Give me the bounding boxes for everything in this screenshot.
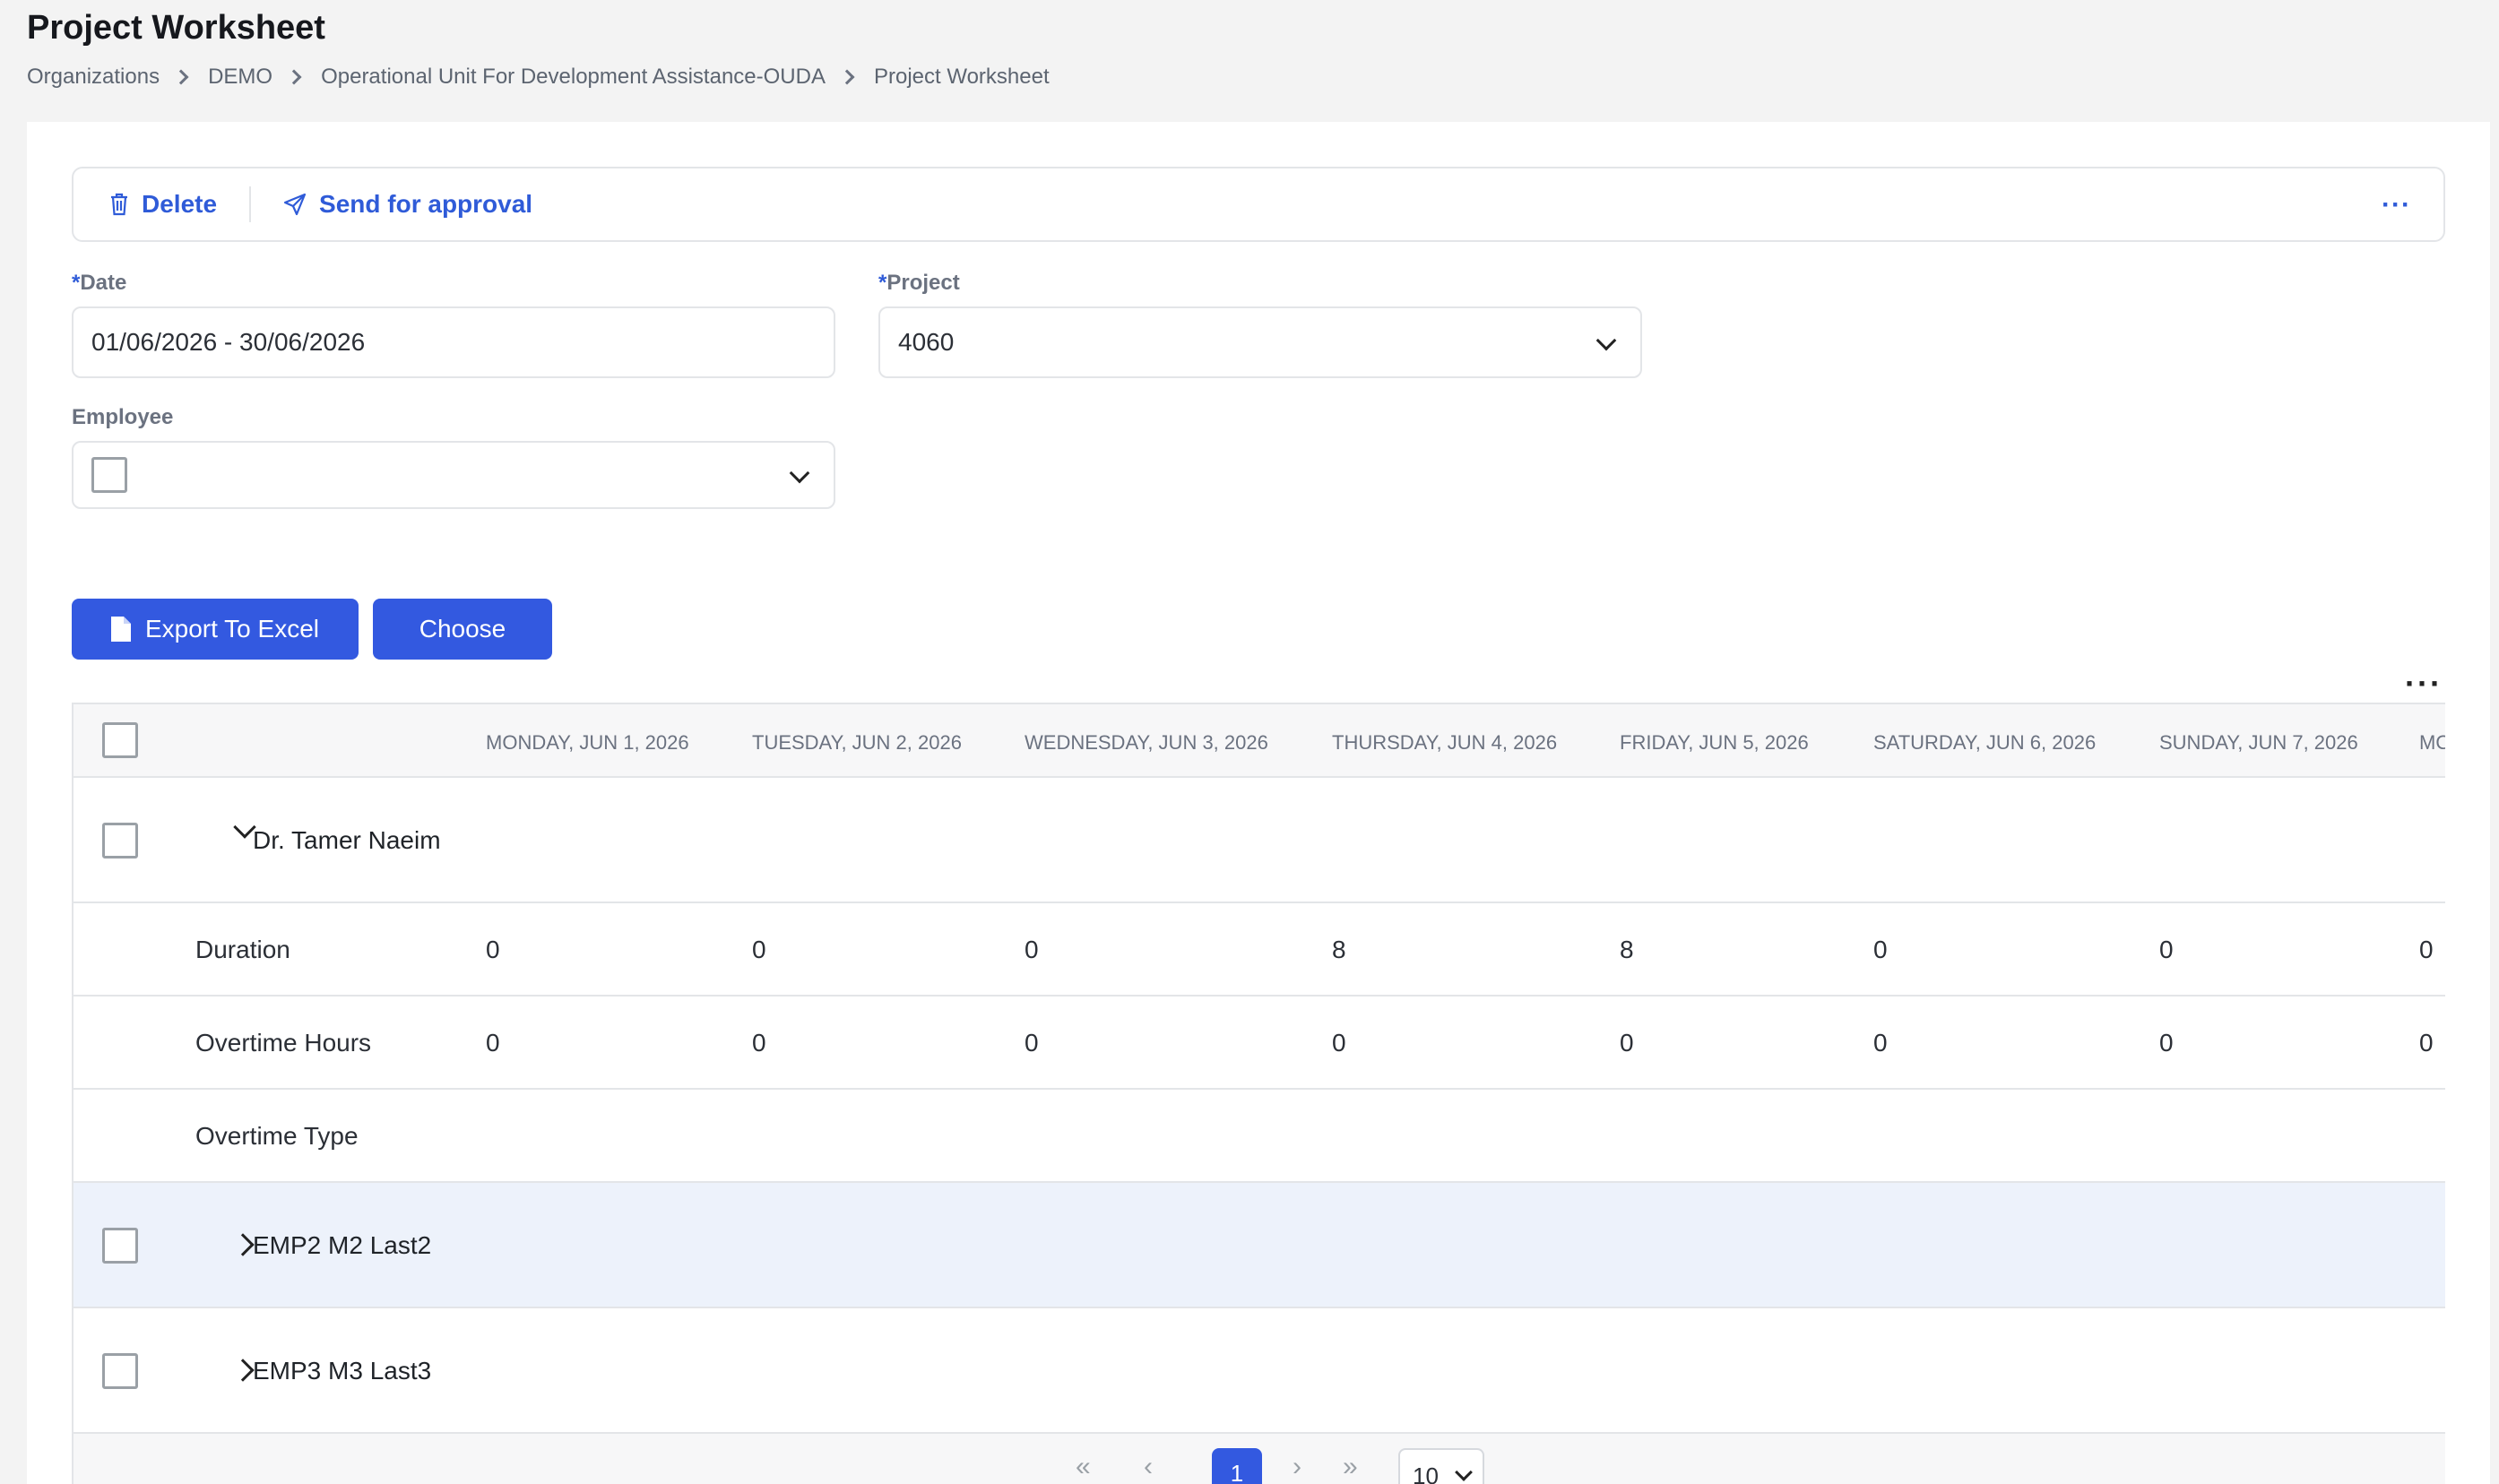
detail-row-duration: Duration 0 0 0 8 8 0 0 0	[74, 903, 2445, 997]
overtime-hours-cell[interactable]: 0	[2159, 1029, 2174, 1057]
duration-cell[interactable]: 0	[486, 936, 500, 964]
overtime-hours-cell[interactable]: 0	[752, 1029, 766, 1057]
next-page-button[interactable]: ›	[1293, 1452, 1301, 1482]
page-size-value: 10	[1413, 1462, 1439, 1484]
column-header-day[interactable]: THURSDAY, JUN 4, 2026	[1332, 731, 1557, 755]
column-header-day[interactable]: SUNDAY, JUN 7, 2026	[2159, 731, 2358, 755]
duration-cell[interactable]: 0	[2159, 936, 2174, 964]
page-size-select[interactable]: 10	[1398, 1448, 1484, 1484]
column-header-day[interactable]: WEDNESDAY, JUN 3, 2026	[1025, 731, 1268, 755]
project-select[interactable]: 4060	[878, 306, 1642, 378]
overtime-hours-cell[interactable]: 0	[486, 1029, 500, 1057]
column-header-day[interactable]: SATURDAY, JUN 6, 2026	[1873, 731, 2096, 755]
project-label: *Project	[878, 271, 960, 296]
column-header-day[interactable]: TUESDAY, JUN 2, 2026	[752, 731, 962, 755]
export-to-excel-label: Export To Excel	[144, 615, 320, 643]
first-page-button[interactable]: «	[1076, 1452, 1091, 1482]
column-header-day[interactable]: MONDAY, JUN 1, 2026	[486, 731, 689, 755]
select-all-checkbox[interactable]	[102, 722, 138, 758]
overtime-hours-cell[interactable]: 0	[1873, 1029, 1888, 1057]
overtime-hours-cell[interactable]: 0	[2419, 1029, 2434, 1057]
breadcrumb-item-organizations[interactable]: Organizations	[27, 65, 160, 90]
page-number-button[interactable]: 1	[1212, 1448, 1262, 1484]
chevron-down-icon	[1455, 1463, 1473, 1481]
employee-label: Employee	[72, 405, 174, 429]
delete-button-label: Delete	[142, 190, 218, 218]
employee-name: EMP2 M2 Last2	[253, 1231, 432, 1259]
chevron-down-icon	[1595, 330, 1617, 351]
pagination: « ‹ 1 › » 10	[74, 1434, 2445, 1484]
row-checkbox[interactable]	[102, 1228, 138, 1264]
date-range-input[interactable]: 01/06/2026 - 30/06/2026	[72, 306, 835, 378]
breadcrumb-item-current: Project Worksheet	[873, 65, 1050, 89]
worksheet-grid: MONDAY, JUN 1, 2026 TUESDAY, JUN 2, 2026…	[72, 703, 2445, 1484]
breadcrumb: Organizations DEMO Operational Unit For …	[27, 65, 1050, 90]
overtime-hours-cell[interactable]: 0	[1025, 1029, 1039, 1057]
toolbar-more-icon[interactable]: ···	[2382, 190, 2411, 220]
date-range-value: 01/06/2026 - 30/06/2026	[91, 328, 366, 356]
detail-row-label: Overtime Hours	[195, 1029, 372, 1057]
employee-name: Dr. Tamer Naeim	[253, 826, 441, 854]
chevron-down-icon	[789, 462, 810, 484]
employee-select-checkbox[interactable]	[91, 457, 127, 493]
file-icon	[110, 617, 131, 642]
duration-cell[interactable]: 0	[752, 936, 766, 964]
choose-button-label: Choose	[419, 615, 506, 643]
detail-row-overtime-hours: Overtime Hours 0 0 0 0 0 0 0 0	[74, 997, 2445, 1090]
detail-row-label: Duration	[195, 936, 290, 963]
project-required-mark: *	[878, 271, 887, 295]
page-header: Project Worksheet Organizations DEMO Ope…	[27, 7, 1050, 90]
date-required-mark: *	[72, 271, 81, 295]
export-to-excel-button[interactable]: Export To Excel	[72, 599, 359, 660]
duration-cell[interactable]: 8	[1332, 936, 1346, 964]
choose-button[interactable]: Choose	[373, 599, 552, 660]
column-header-day[interactable]: MO	[2419, 731, 2445, 755]
delete-button[interactable]: Delete	[109, 190, 217, 219]
send-for-approval-label: Send for approval	[319, 190, 533, 218]
employee-row[interactable]: EMP3 M3 Last3	[74, 1308, 2445, 1434]
overtime-hours-cell[interactable]: 0	[1332, 1029, 1346, 1057]
chevron-right-icon[interactable]	[231, 1233, 255, 1256]
send-for-approval-button[interactable]: Send for approval	[283, 190, 532, 219]
chevron-right-icon	[286, 69, 302, 85]
detail-row-label: Overtime Type	[195, 1122, 359, 1150]
breadcrumb-item-demo[interactable]: DEMO	[208, 65, 272, 90]
breadcrumb-item-unit[interactable]: Operational Unit For Development Assista…	[321, 65, 826, 90]
duration-cell[interactable]: 0	[2419, 936, 2434, 964]
employee-name: EMP3 M3 Last3	[253, 1357, 432, 1385]
chevron-right-icon	[839, 69, 855, 85]
duration-cell[interactable]: 8	[1620, 936, 1634, 964]
date-label: *Date	[72, 271, 126, 296]
row-checkbox[interactable]	[102, 1353, 138, 1389]
date-label-text: Date	[80, 271, 127, 295]
toolbar-divider	[249, 186, 252, 222]
project-label-text: Project	[886, 271, 960, 295]
duration-cell[interactable]: 0	[1025, 936, 1039, 964]
employee-select[interactable]	[72, 441, 835, 509]
grid-header-row: MONDAY, JUN 1, 2026 TUESDAY, JUN 2, 2026…	[74, 704, 2445, 778]
employee-row[interactable]: Dr. Tamer Naeim	[74, 778, 2445, 903]
column-header-day[interactable]: FRIDAY, JUN 5, 2026	[1620, 731, 1809, 755]
project-value: 4060	[898, 328, 955, 356]
row-checkbox[interactable]	[102, 823, 138, 858]
prev-page-button[interactable]: ‹	[1144, 1452, 1153, 1482]
overtime-hours-cell[interactable]: 0	[1620, 1029, 1634, 1057]
send-icon	[283, 193, 307, 216]
action-toolbar: Delete Send for approval ···	[72, 167, 2445, 242]
content-card: Delete Send for approval ··· *Date 01/06…	[27, 122, 2490, 1484]
last-page-button[interactable]: »	[1343, 1452, 1358, 1482]
chevron-right-icon[interactable]	[231, 1359, 255, 1382]
duration-cell[interactable]: 0	[1873, 936, 1888, 964]
chevron-right-icon	[173, 69, 189, 85]
grid-more-icon[interactable]: ···	[2405, 665, 2443, 703]
page-title: Project Worksheet	[27, 9, 325, 47]
trash-icon	[111, 193, 127, 216]
employee-row[interactable]: EMP2 M2 Last2	[74, 1183, 2445, 1308]
detail-row-overtime-type: Overtime Type	[74, 1090, 2445, 1183]
